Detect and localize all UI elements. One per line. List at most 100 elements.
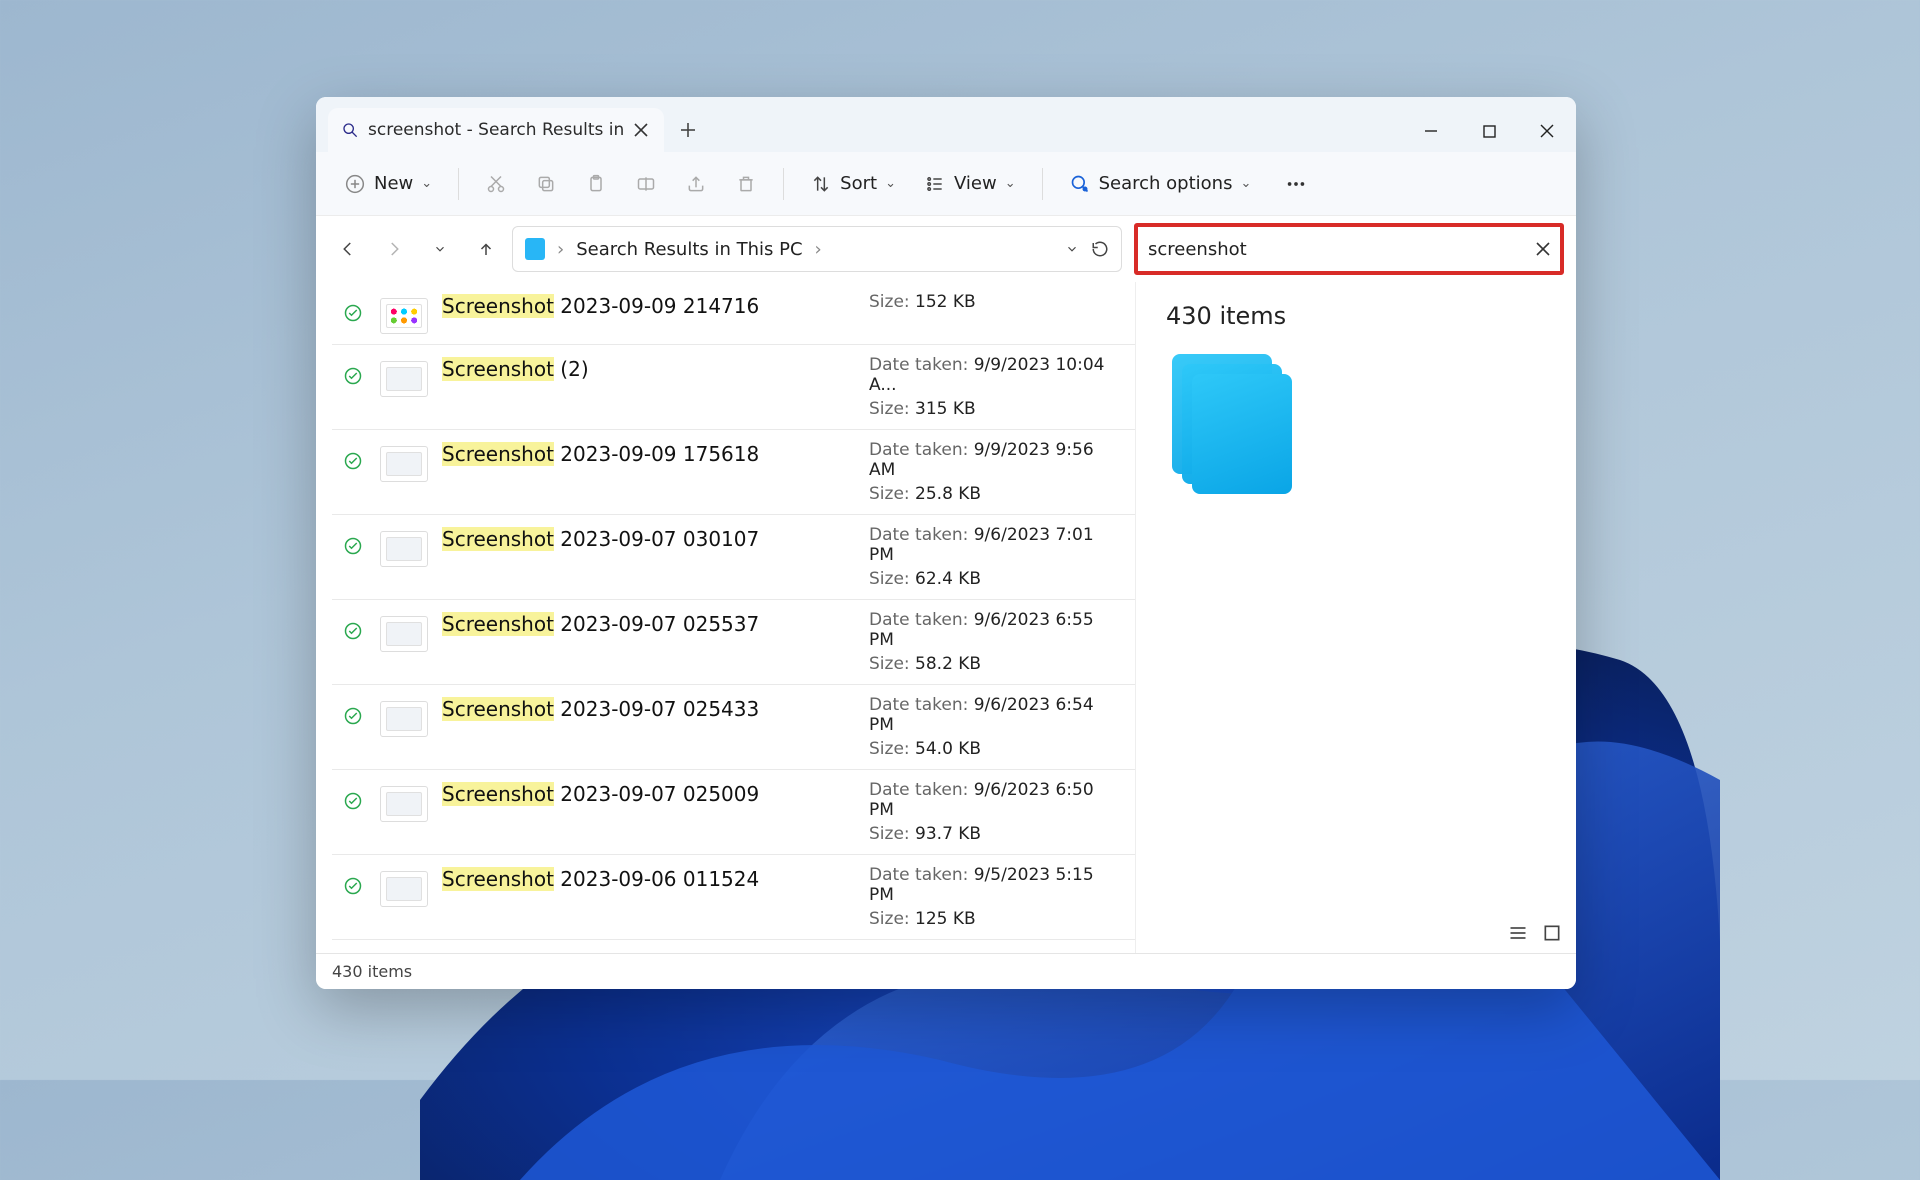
date-taken: Date taken: 9/9/2023 10:04 A... <box>869 355 1119 395</box>
trash-icon <box>735 173 757 195</box>
this-pc-icon <box>525 238 545 260</box>
size: Size: 54.0 KB <box>869 739 1119 759</box>
size: Size: 152 KB <box>869 292 1119 312</box>
active-tab[interactable]: screenshot - Search Results in <box>328 108 664 152</box>
navigation-bar: › Search Results in This PC › <box>316 216 1576 282</box>
chevron-down-icon: ⌄ <box>1005 176 1016 191</box>
date-taken: Date taken: 9/5/2023 5:15 PM <box>869 865 1119 905</box>
forward-button[interactable] <box>374 229 414 269</box>
date-taken: Date taken: 9/9/2023 9:56 AM <box>869 440 1119 480</box>
status-bar: 430 items <box>316 953 1576 989</box>
meta-column: Date taken: 9/6/2023 7:01 PMSize: 62.4 K… <box>869 525 1119 589</box>
sync-status-icon <box>344 792 366 810</box>
separator <box>458 168 459 200</box>
results-list[interactable]: Screenshot 2023-09-09 214716 Size: 152 KB… <box>316 282 1136 953</box>
search-box[interactable] <box>1134 223 1564 275</box>
size: Size: 315 KB <box>869 399 1119 419</box>
search-options-label: Search options <box>1099 173 1233 194</box>
address-history-button[interactable] <box>1065 242 1079 256</box>
search-options-button[interactable]: Search options ⌄ <box>1059 167 1262 201</box>
thumbnail <box>380 531 428 567</box>
tab-title: screenshot - Search Results in <box>368 120 624 140</box>
paste-button[interactable] <box>575 167 617 201</box>
rename-button[interactable] <box>625 167 667 201</box>
file-name: Screenshot (2) <box>442 355 855 383</box>
main-area: Screenshot 2023-09-09 214716 Size: 152 KB… <box>316 282 1576 953</box>
thumbnail <box>380 616 428 652</box>
new-button[interactable]: New ⌄ <box>334 167 442 201</box>
maximize-button[interactable] <box>1460 110 1518 152</box>
search-highlight: Screenshot <box>442 612 554 636</box>
meta-column: Date taken: 9/6/2023 6:50 PM Size: 93.7 K… <box>869 780 1119 844</box>
result-row[interactable]: Screenshot 2023-09-09 214716 Size: 152 KB <box>332 282 1135 345</box>
search-input[interactable] <box>1148 239 1536 260</box>
tab-close-icon[interactable] <box>634 123 648 137</box>
file-name: Screenshot 2023-09-09 214716 <box>442 292 855 320</box>
view-button[interactable]: View ⌄ <box>914 167 1026 201</box>
size: Size: 25.8 KB <box>869 484 1119 504</box>
sort-icon <box>810 173 832 195</box>
details-view-icon[interactable] <box>1508 923 1528 943</box>
back-button[interactable] <box>328 229 368 269</box>
chevron-right-icon: › <box>557 239 564 260</box>
plus-circle-icon <box>344 173 366 195</box>
recent-locations-button[interactable] <box>420 229 460 269</box>
meta-column: Date taken: 9/9/2023 9:56 AM Size: 25.8 K… <box>869 440 1119 504</box>
chevron-down-icon: ⌄ <box>885 176 896 191</box>
chevron-down-icon: ⌄ <box>421 176 432 191</box>
result-row[interactable]: Screenshot 2023-09-07 025433Date taken: … <box>332 685 1135 770</box>
size: Size: 125 KB <box>869 909 1119 929</box>
search-icon <box>342 122 358 138</box>
meta-column: Date taken: 9/6/2023 6:54 PMSize: 54.0 K… <box>869 695 1119 759</box>
minimize-button[interactable] <box>1402 110 1460 152</box>
copy-button[interactable] <box>525 167 567 201</box>
result-row[interactable]: Screenshot 2023-09-07 030107Date taken: … <box>332 515 1135 600</box>
chevron-down-icon: ⌄ <box>1240 176 1251 191</box>
meta-column: Size: 152 KB <box>869 292 1119 312</box>
view-icon <box>924 173 946 195</box>
search-highlight: Screenshot <box>442 357 554 381</box>
delete-button[interactable] <box>725 167 767 201</box>
search-options-icon <box>1069 173 1091 195</box>
close-button[interactable] <box>1518 110 1576 152</box>
result-row[interactable]: Screenshot 2023-09-07 025009 Date taken: … <box>332 770 1135 855</box>
details-title: 430 items <box>1166 302 1546 330</box>
more-icon <box>1285 173 1307 195</box>
file-explorer-window: screenshot - Search Results in New ⌄ <box>316 97 1576 989</box>
file-name: Screenshot 2023-09-07 025009 <box>442 780 855 808</box>
result-row[interactable]: Screenshot 2023-09-09 175618Date taken: … <box>332 430 1135 515</box>
meta-column: Date taken: 9/5/2023 5:15 PM Size: 125 KB <box>869 865 1119 929</box>
result-row[interactable]: Screenshot 2023-09-07 025537 Date taken: … <box>332 600 1135 685</box>
share-button[interactable] <box>675 167 717 201</box>
result-row[interactable]: Screenshot 2023-09-06 011524Date taken: … <box>332 855 1135 940</box>
address-bar[interactable]: › Search Results in This PC › <box>512 226 1122 272</box>
search-highlight: Screenshot <box>442 697 554 721</box>
thumbnail <box>380 871 428 907</box>
size: Size: 93.7 KB <box>869 824 1119 844</box>
search-highlight: Screenshot <box>442 294 554 318</box>
sort-button[interactable]: Sort ⌄ <box>800 167 906 201</box>
sync-status-icon <box>344 367 366 385</box>
up-button[interactable] <box>466 229 506 269</box>
titlebar: screenshot - Search Results in <box>316 97 1576 152</box>
cut-icon <box>485 173 507 195</box>
meta-column: Date taken: 9/6/2023 6:55 PMSize: 58.2 K… <box>869 610 1119 674</box>
new-label: New <box>374 173 413 194</box>
new-tab-button[interactable] <box>664 108 712 152</box>
large-icons-view-icon[interactable] <box>1542 923 1562 943</box>
sort-label: Sort <box>840 173 877 194</box>
search-highlight: Screenshot <box>442 782 554 806</box>
clear-search-icon[interactable] <box>1536 242 1550 256</box>
file-name: Screenshot 2023-09-07 025537 <box>442 610 855 638</box>
result-row[interactable]: Screenshot (2) Date taken: 9/9/2023 10:04… <box>332 345 1135 430</box>
thumbnail <box>380 446 428 482</box>
sync-status-icon <box>344 877 366 895</box>
search-highlight: Screenshot <box>442 442 554 466</box>
meta-column: Date taken: 9/9/2023 10:04 A... Size: 315… <box>869 355 1119 419</box>
search-highlight: Screenshot <box>442 867 554 891</box>
more-button[interactable] <box>1275 167 1317 201</box>
cut-button[interactable] <box>475 167 517 201</box>
date-taken: Date taken: 9/6/2023 6:50 PM <box>869 780 1119 820</box>
rename-icon <box>635 173 657 195</box>
refresh-button[interactable] <box>1091 240 1109 258</box>
